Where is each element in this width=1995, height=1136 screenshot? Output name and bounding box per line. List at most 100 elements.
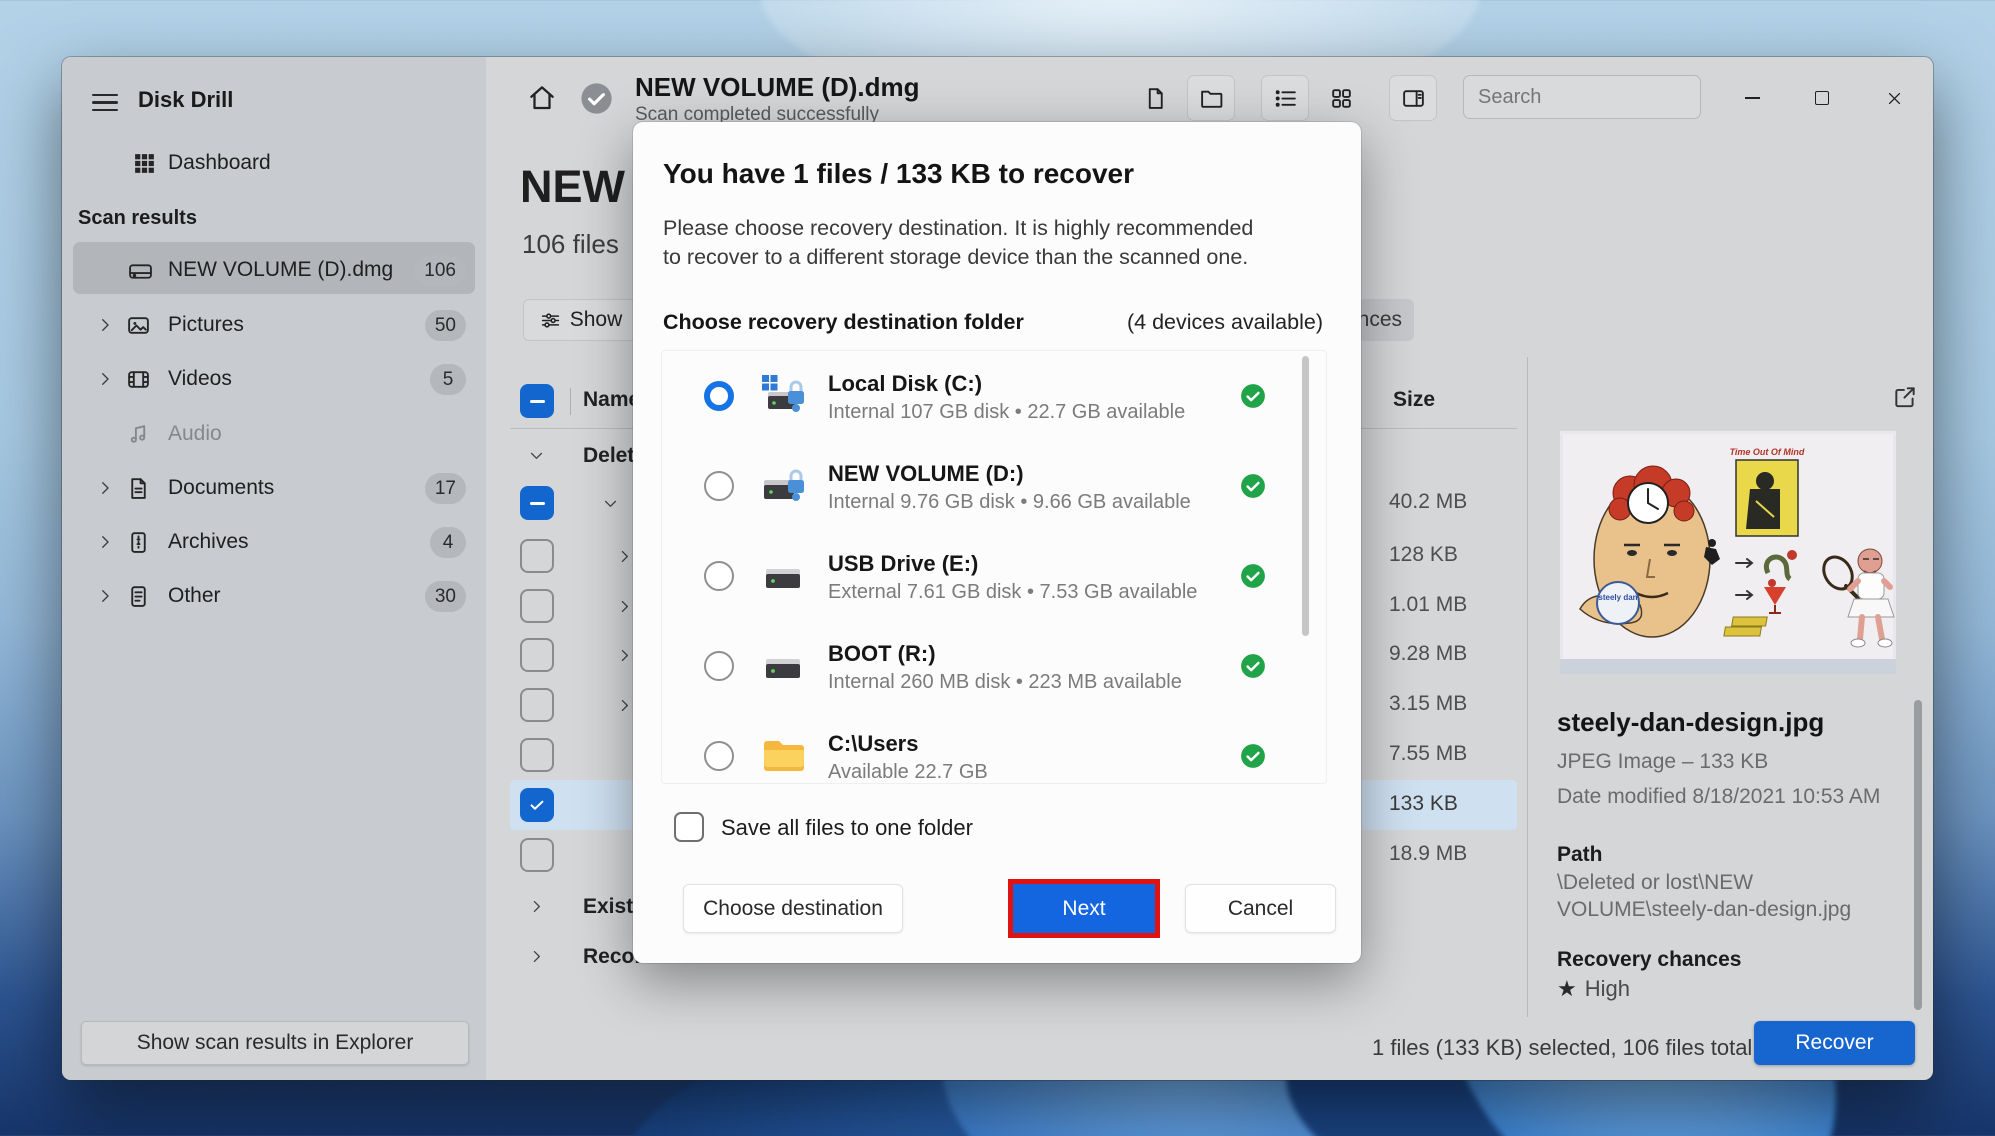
other-files-icon bbox=[126, 584, 151, 609]
save-to-one-folder-checkbox[interactable] bbox=[674, 812, 704, 842]
count-badge: 50 bbox=[424, 310, 466, 341]
radio-unselected[interactable] bbox=[704, 651, 734, 681]
dialog-title: You have 1 files / 133 KB to recover bbox=[663, 158, 1135, 189]
grid-view-button[interactable] bbox=[1317, 75, 1365, 121]
size-cell: 9.28 MB bbox=[1389, 642, 1468, 665]
sidebar-item-label: Videos bbox=[168, 367, 232, 390]
sidebar-item-new-volume[interactable]: NEW VOLUME (D).dmg 106 bbox=[62, 244, 486, 298]
chevron-down-icon[interactable] bbox=[602, 495, 619, 512]
show-in-explorer-button[interactable]: Show scan results in Explorer bbox=[81, 1021, 469, 1065]
preview-file-info: JPEG Image – 133 KB bbox=[1557, 750, 1769, 773]
chevron-down-icon[interactable] bbox=[528, 447, 545, 464]
hamburger-menu-icon[interactable] bbox=[92, 89, 118, 116]
cancel-button[interactable]: Cancel bbox=[1185, 884, 1336, 933]
row-checkbox[interactable] bbox=[520, 589, 554, 623]
chevron-right-icon[interactable] bbox=[616, 647, 633, 664]
chevron-right-icon[interactable] bbox=[528, 948, 545, 965]
count-badge: 4 bbox=[430, 527, 466, 558]
app-title: Disk Drill bbox=[138, 87, 234, 112]
destination-row-c-users[interactable]: C:\Users Available 22.7 GB bbox=[662, 711, 1326, 783]
chevron-right-icon[interactable] bbox=[96, 479, 114, 497]
sidebar-item-videos[interactable]: Videos 5 bbox=[62, 353, 486, 407]
name-column-header[interactable]: Name bbox=[583, 388, 640, 412]
radio-unselected[interactable] bbox=[704, 741, 734, 771]
drive-details: External 7.61 GB disk • 7.53 GB availabl… bbox=[828, 581, 1198, 603]
row-checkbox[interactable] bbox=[520, 838, 554, 872]
list-view-button[interactable] bbox=[1261, 75, 1309, 121]
drive-icon bbox=[762, 555, 806, 595]
chevron-right-icon[interactable] bbox=[96, 587, 114, 605]
close-button[interactable] bbox=[1871, 75, 1917, 121]
path-value: \Deleted or lost\NEW VOLUME\steely-dan-d… bbox=[1557, 871, 1852, 921]
sidebar-item-other[interactable]: Other 30 bbox=[62, 570, 486, 624]
next-button-annotation: Next bbox=[1008, 879, 1160, 938]
preview-panel-button[interactable] bbox=[1389, 75, 1437, 121]
save-to-one-folder-label: Save all files to one folder bbox=[721, 815, 973, 840]
file-icon bbox=[1143, 86, 1168, 111]
chevron-right-icon[interactable] bbox=[96, 316, 114, 334]
chevron-right-icon[interactable] bbox=[616, 548, 633, 565]
radio-selected[interactable] bbox=[704, 381, 734, 411]
show-filters-button[interactable]: Show bbox=[523, 299, 639, 341]
chevron-right-icon[interactable] bbox=[528, 898, 545, 915]
destination-row-boot-r[interactable]: BOOT (R:) Internal 260 MB disk • 223 MB … bbox=[662, 621, 1326, 711]
folder-icon bbox=[762, 735, 806, 775]
green-check-icon bbox=[1240, 653, 1266, 679]
sidebar-item-label: Other bbox=[168, 584, 221, 607]
preview-badge-text: steely dan bbox=[1598, 593, 1637, 602]
destination-row-local-disk-c[interactable]: Local Disk (C:) Internal 107 GB disk • 2… bbox=[662, 351, 1326, 441]
chevron-right-icon[interactable] bbox=[96, 370, 114, 388]
search-input[interactable] bbox=[1478, 85, 1743, 109]
green-check-icon bbox=[1240, 383, 1266, 409]
sidebar-item-archives[interactable]: Archives 4 bbox=[62, 516, 486, 570]
pictures-icon bbox=[126, 313, 151, 338]
drive-details: Available 22.7 GB bbox=[828, 761, 988, 783]
scan-title: NEW VOLUME (D).dmg bbox=[635, 72, 920, 102]
green-check-icon bbox=[1240, 473, 1266, 499]
file-view-button[interactable] bbox=[1131, 75, 1179, 121]
row-checkbox[interactable] bbox=[520, 539, 554, 573]
minimize-button[interactable] bbox=[1729, 75, 1775, 121]
open-preview-icon[interactable] bbox=[1892, 384, 1918, 410]
preview-image[interactable]: steely dan Time Out Of Mind bbox=[1560, 431, 1896, 674]
scan-complete-check-icon bbox=[580, 82, 613, 115]
sidebar-item-dashboard[interactable]: Dashboard bbox=[62, 137, 486, 191]
select-all-checkbox[interactable] bbox=[520, 384, 554, 418]
details-scrollbar[interactable] bbox=[1914, 700, 1922, 1010]
chevron-right-icon[interactable] bbox=[616, 598, 633, 615]
chevron-right-icon[interactable] bbox=[96, 533, 114, 551]
sidebar-item-label: Archives bbox=[168, 530, 249, 553]
drive-details: Internal 260 MB disk • 223 MB available bbox=[828, 671, 1182, 693]
drive-name: C:\Users bbox=[828, 731, 919, 756]
size-column-header[interactable]: Size bbox=[1393, 388, 1435, 412]
recovery-destination-dialog: You have 1 files / 133 KB to recover Ple… bbox=[633, 122, 1361, 963]
row-checkbox-checked[interactable] bbox=[520, 788, 554, 822]
sidebar-item-label: Documents bbox=[168, 476, 275, 499]
folder-view-button[interactable] bbox=[1187, 75, 1235, 121]
home-icon[interactable] bbox=[527, 83, 557, 113]
choose-destination-button[interactable]: Choose destination bbox=[683, 884, 903, 933]
disk-drill-window: Disk Drill Dashboard Scan results NEW VO… bbox=[62, 57, 1933, 1080]
sidebar-item-documents[interactable]: Documents 17 bbox=[62, 462, 486, 516]
folder-icon bbox=[1199, 86, 1224, 111]
destination-row-usb-drive-e[interactable]: USB Drive (E:) External 7.61 GB disk • 7… bbox=[662, 531, 1326, 621]
drive-details: Internal 9.76 GB disk • 9.66 GB availabl… bbox=[828, 491, 1191, 513]
dialog-list-scrollbar[interactable] bbox=[1302, 356, 1309, 636]
destination-row-new-volume-d[interactable]: NEW VOLUME (D:) Internal 9.76 GB disk • … bbox=[662, 441, 1326, 531]
group-checkbox[interactable] bbox=[520, 486, 554, 520]
radio-unselected[interactable] bbox=[704, 561, 734, 591]
next-button[interactable]: Next bbox=[1013, 884, 1155, 933]
search-box[interactable] bbox=[1463, 75, 1764, 119]
chevron-right-icon[interactable] bbox=[616, 697, 633, 714]
radio-unselected[interactable] bbox=[704, 471, 734, 501]
row-checkbox[interactable] bbox=[520, 638, 554, 672]
row-checkbox[interactable] bbox=[520, 688, 554, 722]
count-badge: 17 bbox=[424, 473, 466, 504]
maximize-button[interactable] bbox=[1799, 75, 1845, 121]
row-checkbox[interactable] bbox=[520, 738, 554, 772]
sidebar-item-pictures[interactable]: Pictures 50 bbox=[62, 299, 486, 353]
size-cell-selected: 133 KB bbox=[1389, 792, 1458, 815]
preview-filename: steely-dan-design.jpg bbox=[1557, 707, 1825, 737]
recover-button[interactable]: Recover bbox=[1754, 1021, 1915, 1065]
list-icon bbox=[1273, 86, 1298, 111]
